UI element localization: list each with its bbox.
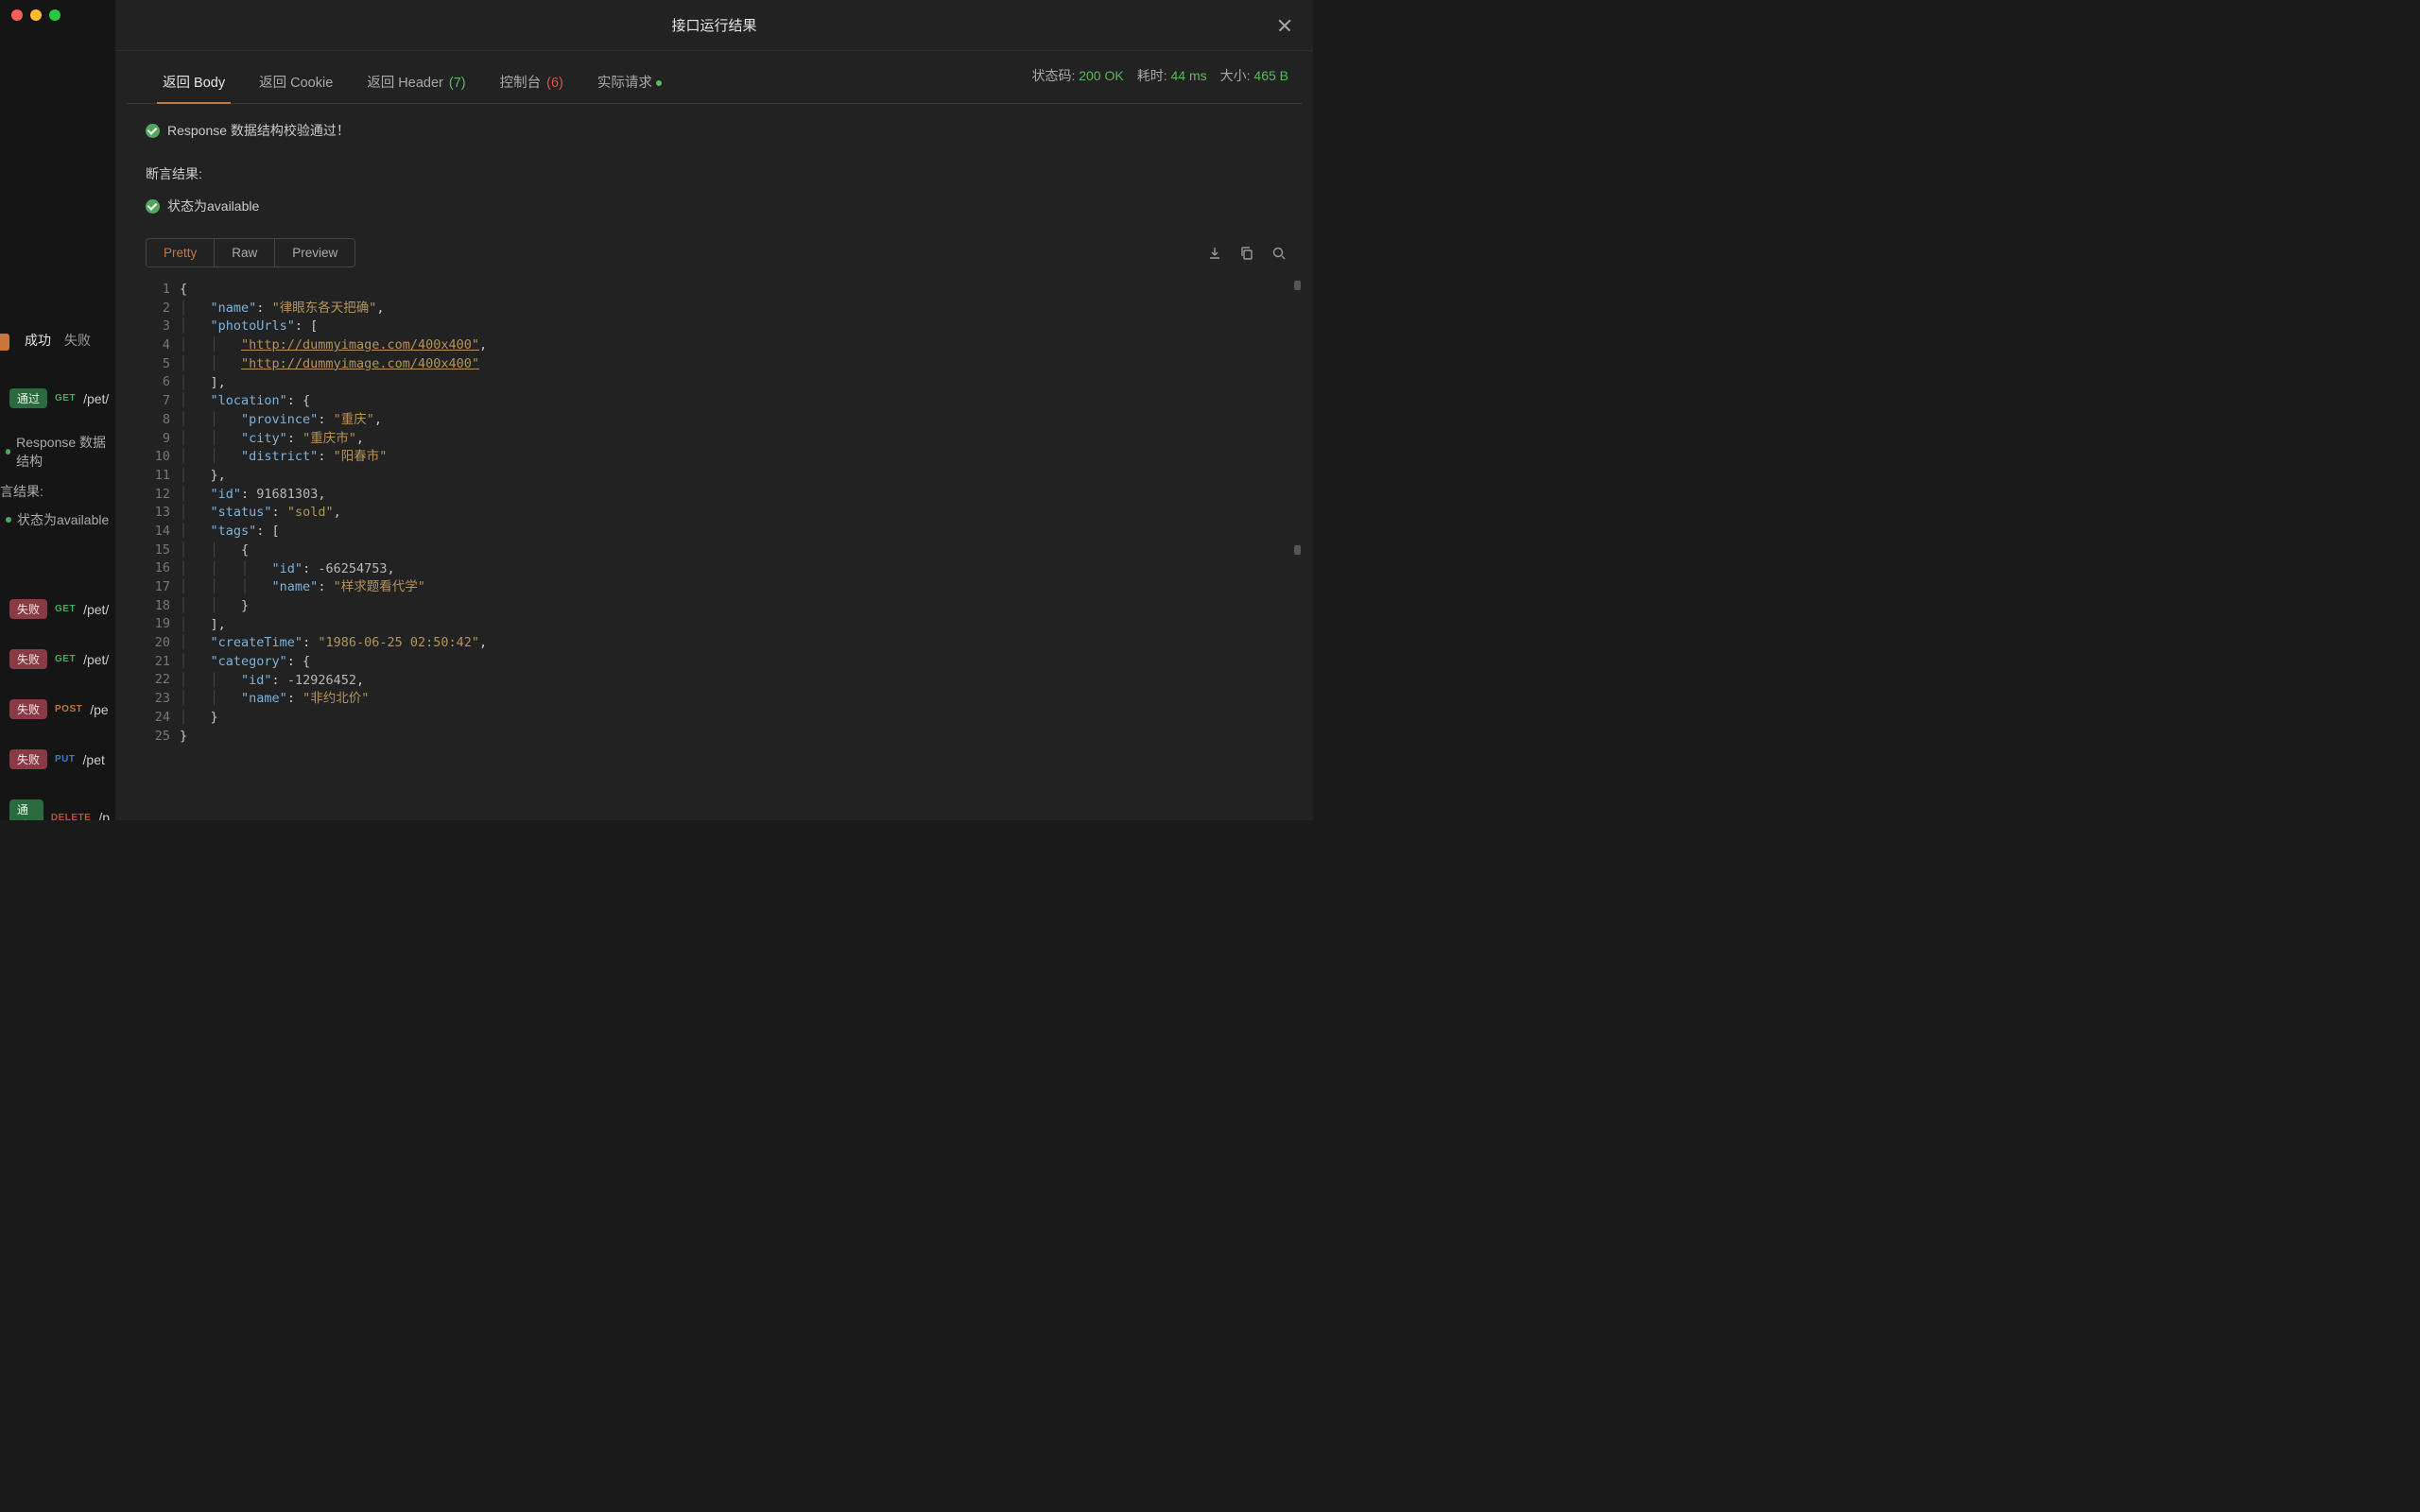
status-line: 状态码: 200 OK 耗时: 44 ms 大小: 465 B (1031, 66, 1288, 85)
window-traffic-lights (11, 9, 60, 21)
check-dot-icon (6, 449, 10, 455)
maximize-window-icon[interactable] (49, 9, 60, 21)
status-time-value: 44 ms (1171, 68, 1207, 83)
download-icon[interactable] (1207, 246, 1222, 261)
tab-console-count: (6) (546, 76, 563, 91)
sidebar-first-item: 通过 GET /pet/ (0, 383, 115, 433)
tab-console-label: 控制台 (500, 76, 542, 91)
status-code-label: 状态码: (1031, 68, 1075, 83)
response-validation-text: Response 数据结构校验通过！ (167, 121, 350, 140)
request-indicator-icon (656, 80, 662, 86)
scrollbar-thumb[interactable] (1294, 545, 1301, 555)
close-icon[interactable] (1277, 17, 1294, 34)
sidebar-item[interactable]: 失败 GET/pet/ (0, 644, 115, 675)
tab-request[interactable]: 实际请求 (580, 66, 679, 103)
sidebar-response-check: Response 数据结构 (6, 433, 115, 471)
view-actions (1207, 246, 1287, 261)
view-tabs: Pretty Raw Preview (146, 238, 355, 267)
modal-title: 接口运行结果 (671, 15, 756, 35)
assert-text: 状态为available (167, 197, 259, 215)
status-badge: 通过 (9, 799, 43, 820)
scrollbar[interactable] (1292, 281, 1302, 753)
line-gutter: 1234567891011121314151617181920212223242… (134, 277, 180, 749)
view-tab-pretty[interactable]: Pretty (147, 239, 215, 266)
path-label: /pe (90, 702, 108, 717)
check-icon (146, 124, 160, 138)
path-label: /pet/ (83, 652, 109, 667)
tab-body-label: 返回 Body (163, 76, 225, 91)
sidebar-item[interactable]: 通过 DELETE/p (0, 794, 115, 820)
method-badge: GET (55, 393, 76, 404)
view-tab-preview[interactable]: Preview (275, 239, 354, 266)
validation-block: Response 数据结构校验通过！ 断言结果: 状态为available (115, 104, 1313, 225)
sidebar-item[interactable]: 失败 GET/pet/ (0, 593, 115, 625)
view-tab-raw[interactable]: Raw (215, 239, 275, 266)
tab-header[interactable]: 返回 Header (7) (350, 66, 482, 103)
copy-icon[interactable] (1239, 246, 1254, 261)
status-badge: 失败 (9, 699, 47, 719)
tab-body[interactable]: 返回 Body (146, 66, 242, 103)
sidebar-list: 失败 GET/pet/失败 GET/pet/失败 POST/pe 失败 PUT/pet 通过… (0, 593, 115, 820)
method-badge: POST (55, 704, 82, 714)
close-window-icon[interactable] (11, 9, 23, 21)
status-size-label: 大小: (1220, 68, 1251, 83)
view-bar: Pretty Raw Preview (127, 225, 1313, 277)
check-dot-icon (6, 517, 11, 523)
path-label: /p (98, 810, 110, 820)
assert-line: 状态为available (146, 197, 1283, 215)
sidebar-item[interactable]: 通过 GET /pet/ (0, 383, 115, 414)
path-label: /pet/ (83, 391, 109, 406)
method-badge: GET (55, 604, 76, 614)
path-label: /pet (83, 752, 105, 767)
response-validation-line: Response 数据结构校验通过！ (146, 121, 1283, 140)
tab-header-count: (7) (449, 76, 466, 91)
status-code-value: 200 OK (1079, 68, 1123, 83)
minimize-window-icon[interactable] (30, 9, 42, 21)
check-icon (146, 199, 160, 214)
modal-header: 接口运行结果 (115, 0, 1313, 51)
tab-console[interactable]: 控制台 (6) (483, 66, 580, 103)
tab-header-label: 返回 Header (367, 76, 443, 91)
tab-cookie-label: 返回 Cookie (259, 76, 333, 91)
sidebar-filters: 成功 失败 (0, 331, 91, 350)
status-badge: 失败 (9, 749, 47, 769)
filter-fail[interactable]: 失败 (64, 331, 91, 350)
status-badge: 通过 (9, 388, 47, 408)
assert-results-title: 断言结果: (146, 164, 1283, 183)
method-badge: PUT (55, 754, 76, 765)
sidebar-assert: 状态为available (6, 510, 109, 529)
tab-cookie[interactable]: 返回 Cookie (242, 66, 350, 103)
status-badge: 失败 (9, 599, 47, 619)
assert-text: 状态为available (17, 510, 109, 529)
response-text: Response 数据结构 (16, 433, 115, 471)
status-time-label: 耗时: (1137, 68, 1167, 83)
method-badge: DELETE (51, 813, 91, 821)
sidebar-item[interactable]: 失败 PUT/pet (0, 744, 115, 775)
code-editor[interactable]: 1234567891011121314151617181920212223242… (134, 277, 1302, 749)
tab-request-label: 实际请求 (597, 76, 652, 91)
scrollbar-thumb[interactable] (1294, 281, 1301, 290)
sidebar-assert-title: 言结果: (0, 482, 43, 501)
code-content[interactable]: {│ "name": "律眼东各天把确",│ "photoUrls": [│ │… (180, 277, 487, 749)
sidebar: 成功 失败 通过 GET /pet/ Response 数据结构 言结果: 状态… (0, 0, 115, 820)
result-modal: 接口运行结果 状态码: 200 OK 耗时: 44 ms 大小: 465 B 返… (115, 0, 1313, 820)
search-icon[interactable] (1271, 246, 1287, 261)
filter-success[interactable]: 成功 (25, 331, 51, 350)
method-badge: GET (55, 654, 76, 664)
path-label: /pet/ (83, 602, 109, 617)
sidebar-item[interactable]: 失败 POST/pe (0, 694, 115, 725)
status-size-value: 465 B (1253, 68, 1288, 83)
status-badge: 失败 (9, 649, 47, 669)
